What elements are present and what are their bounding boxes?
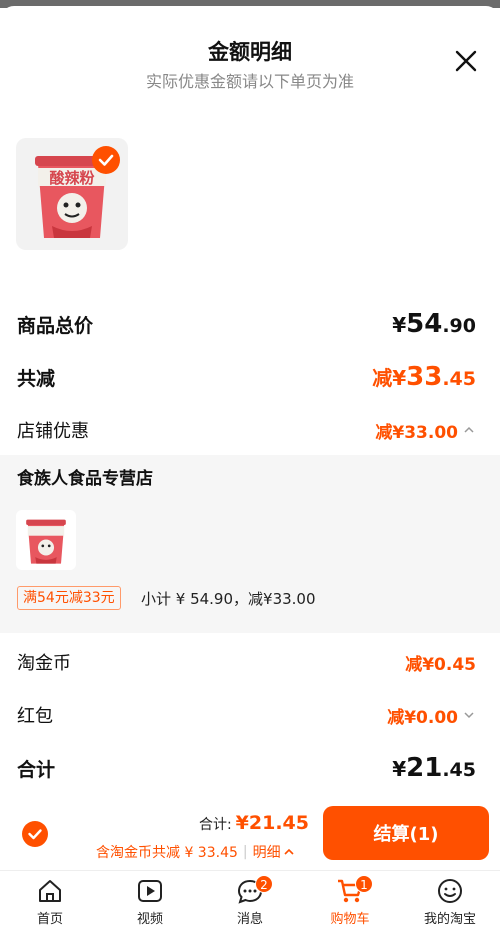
tab-video[interactable]: 视频 (100, 877, 200, 927)
total-price-value: ¥54.90 (392, 309, 476, 339)
detail-label: 明细 (252, 845, 281, 861)
video-icon (138, 880, 162, 902)
redpacket-value: 减¥0.00 (387, 707, 458, 728)
home-icon (39, 880, 61, 902)
store-product-thumbnail[interactable] (16, 510, 76, 570)
divider: | (242, 844, 248, 860)
checkout-discount-note: 含淘金币共减 ¥ 33.45 | 明细 (96, 842, 295, 862)
check-icon (28, 829, 42, 840)
noodle-cup-image (26, 519, 66, 564)
store-name: 食族人食品专营店 (17, 469, 153, 489)
check-icon (98, 154, 114, 166)
tab-bar: 首页 视频 2 消息 1 购物车 我的淘宝 (0, 870, 500, 930)
redpacket-label: 红包 (17, 706, 53, 727)
chevron-down-icon (464, 712, 474, 719)
store-discount-value-wrap: 减¥33.00 (375, 418, 476, 443)
sheet-title: 金额明细 (208, 40, 292, 64)
tab-cart-label: 购物车 (330, 912, 370, 927)
coin-discount-note: 含淘金币共减 ¥ 33.45 (96, 845, 238, 861)
store-subtotal: 小计 ¥ 54.90，减¥33.00 (141, 590, 316, 608)
grand-total-row: 合计 ¥21.45 (17, 751, 476, 785)
store-discount-row[interactable]: 店铺优惠 减¥33.00 (17, 413, 476, 447)
redpacket-value-wrap: 减¥0.00 (387, 703, 476, 728)
store-discount-label: 店铺优惠 (17, 421, 89, 442)
checkout-total: 合计: ¥21.45 (199, 812, 309, 834)
grand-total-label: 合计 (17, 758, 56, 781)
close-icon[interactable] (453, 48, 479, 74)
chevron-up-icon (464, 426, 474, 433)
total-discount-label: 共减 (17, 367, 56, 390)
product-select-checkbox[interactable] (92, 146, 120, 174)
store-discount-value: 减¥33.00 (375, 422, 458, 443)
select-all-checkbox[interactable] (22, 821, 48, 847)
tab-cart[interactable]: 1 购物车 (300, 875, 400, 927)
checkout-total-value: ¥21.45 (235, 812, 309, 834)
messages-badge: 2 (255, 875, 273, 893)
redpacket-row[interactable]: 红包 减¥0.00 (17, 698, 476, 732)
coins-value: 减¥0.45 (405, 654, 476, 675)
grand-total-value: ¥21.45 (392, 753, 476, 783)
coins-row: 淘金币 减¥0.45 (17, 645, 476, 679)
tab-messages[interactable]: 2 消息 (200, 875, 300, 927)
total-price-row: 商品总价 ¥54.90 (17, 307, 476, 341)
profile-icon (438, 879, 462, 903)
tab-home[interactable]: 首页 (0, 877, 100, 927)
tab-profile[interactable]: 我的淘宝 (400, 877, 500, 927)
cup-label-text: 酸辣粉 (49, 169, 94, 187)
tab-profile-label: 我的淘宝 (423, 912, 476, 927)
chevron-up-icon (284, 848, 294, 855)
total-price-label: 商品总价 (17, 314, 94, 337)
cart-badge: 1 (355, 875, 373, 893)
coins-label: 淘金币 (17, 653, 71, 674)
total-discount-row: 共减 减¥33.45 (17, 360, 476, 394)
promo-tag: 满54元减33元 (17, 586, 121, 610)
checkout-total-label: 合计: (198, 817, 232, 833)
tab-video-label: 视频 (136, 912, 163, 927)
total-discount-value: 减¥33.45 (372, 362, 476, 392)
detail-toggle[interactable]: 明细 (253, 842, 295, 862)
sheet-subtitle: 实际优惠金额请以下单页为准 (145, 72, 354, 91)
tab-home-label: 首页 (36, 912, 63, 927)
checkout-button[interactable]: 结算(1) (323, 806, 489, 860)
tab-messages-label: 消息 (236, 912, 263, 927)
